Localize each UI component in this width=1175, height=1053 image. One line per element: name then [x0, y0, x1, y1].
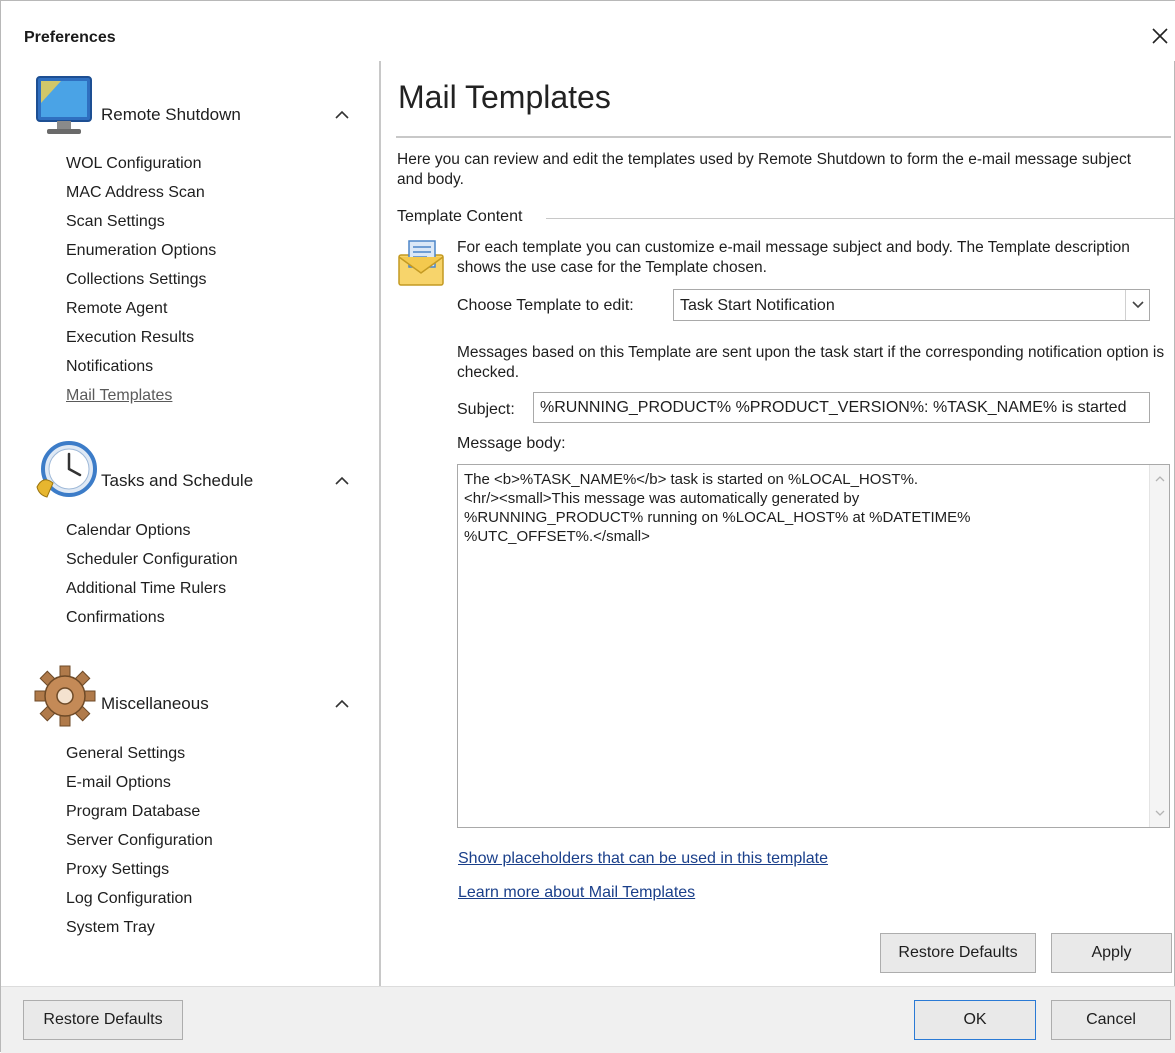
- show-placeholders-link[interactable]: Show placeholders that can be used in th…: [458, 850, 828, 868]
- choose-template-label: Choose Template to edit:: [457, 297, 634, 314]
- chevron-down-icon: [1132, 301, 1144, 309]
- dialog-footer: Restore Defaults OK Cancel: [1, 986, 1175, 1053]
- sidebar-item-wol-configuration[interactable]: WOL Configuration: [66, 155, 201, 173]
- intro-text: Here you can review and edit the templat…: [397, 151, 1132, 188]
- ok-button[interactable]: OK: [914, 1000, 1036, 1040]
- group-label: Remote Shutdown: [101, 105, 241, 124]
- sidebar-item-server-configuration[interactable]: Server Configuration: [66, 832, 213, 850]
- subject-input[interactable]: [533, 392, 1150, 423]
- message-body-label: Message body:: [457, 435, 566, 452]
- message-description: Messages based on this Template are sent…: [457, 344, 1165, 381]
- close-button[interactable]: [1147, 23, 1173, 49]
- sidebar-item-scheduler-configuration[interactable]: Scheduler Configuration: [66, 551, 238, 569]
- sidebar-item-mac-address-scan[interactable]: MAC Address Scan: [66, 184, 205, 202]
- title-divider: [396, 136, 1171, 138]
- sidebar-item-system-tray[interactable]: System Tray: [66, 919, 155, 937]
- chevron-up-icon[interactable]: [334, 698, 350, 710]
- sidebar-item-mail-templates[interactable]: Mail Templates: [66, 387, 172, 405]
- group-label: Tasks and Schedule: [101, 471, 254, 490]
- restore-defaults-button[interactable]: Restore Defaults: [23, 1000, 183, 1040]
- scroll-up-icon[interactable]: [1155, 475, 1165, 483]
- title-bar: Preferences: [1, 1, 1175, 61]
- sidebar-item-notifications[interactable]: Notifications: [66, 358, 153, 376]
- group-header-tasks-and-schedule[interactable]: Tasks and Schedule: [31, 439, 371, 511]
- restore-defaults-page-button[interactable]: Restore Defaults: [880, 933, 1036, 973]
- cancel-button[interactable]: Cancel: [1051, 1000, 1171, 1040]
- clock-icon: [36, 441, 97, 498]
- learn-more-link[interactable]: Learn more about Mail Templates: [458, 884, 695, 902]
- envelope-icon: [398, 240, 444, 286]
- main-panel: Mail Templates Here you can review and e…: [381, 61, 1175, 986]
- template-select[interactable]: Task Start Notification: [673, 289, 1150, 321]
- scroll-down-icon[interactable]: [1155, 809, 1165, 817]
- section-label: Template Content: [397, 208, 527, 226]
- sidebar: Remote Shutdown WOL Configuration MAC Ad…: [1, 61, 379, 986]
- sidebar-item-program-database[interactable]: Program Database: [66, 803, 200, 821]
- chevron-up-icon[interactable]: [334, 475, 350, 487]
- window-title: Preferences: [24, 29, 116, 46]
- sidebar-item-email-options[interactable]: E-mail Options: [66, 774, 171, 792]
- message-body-scrollbar[interactable]: [1149, 465, 1169, 827]
- sidebar-item-calendar-options[interactable]: Calendar Options: [66, 522, 191, 540]
- sidebar-item-additional-time-rulers[interactable]: Additional Time Rulers: [66, 580, 226, 598]
- group-header-miscellaneous[interactable]: Miscellaneous: [31, 662, 371, 734]
- sidebar-item-proxy-settings[interactable]: Proxy Settings: [66, 861, 169, 879]
- close-icon: [1152, 28, 1168, 44]
- section-divider: [546, 218, 1174, 219]
- sidebar-item-execution-results[interactable]: Execution Results: [66, 329, 194, 347]
- sidebar-item-collections-settings[interactable]: Collections Settings: [66, 271, 207, 289]
- template-description: For each template you can customize e-ma…: [457, 239, 1130, 276]
- sidebar-item-remote-agent[interactable]: Remote Agent: [66, 300, 167, 318]
- template-select-value: Task Start Notification: [680, 297, 835, 314]
- sidebar-item-confirmations[interactable]: Confirmations: [66, 609, 165, 627]
- monitor-icon: [36, 76, 92, 134]
- message-body-textarea[interactable]: The <b>%TASK_NAME%</b> task is started o…: [457, 464, 1170, 828]
- group-header-remote-shutdown[interactable]: Remote Shutdown: [31, 73, 371, 145]
- sidebar-item-enumeration-options[interactable]: Enumeration Options: [66, 242, 216, 260]
- group-label: Miscellaneous: [101, 694, 209, 713]
- subject-label: Subject:: [457, 401, 515, 418]
- sidebar-item-scan-settings[interactable]: Scan Settings: [66, 213, 165, 231]
- sidebar-item-general-settings[interactable]: General Settings: [66, 745, 185, 763]
- page-title: Mail Templates: [398, 79, 611, 115]
- sidebar-item-log-configuration[interactable]: Log Configuration: [66, 890, 192, 908]
- apply-button[interactable]: Apply: [1051, 933, 1172, 973]
- template-select-dropdown[interactable]: [1125, 290, 1149, 320]
- gear-icon: [34, 665, 96, 727]
- chevron-up-icon[interactable]: [334, 109, 350, 121]
- message-body-text: The <b>%TASK_NAME%</b> task is started o…: [464, 471, 971, 545]
- preferences-window: Preferences Remote Shutdown WOL Configur…: [0, 0, 1175, 1053]
